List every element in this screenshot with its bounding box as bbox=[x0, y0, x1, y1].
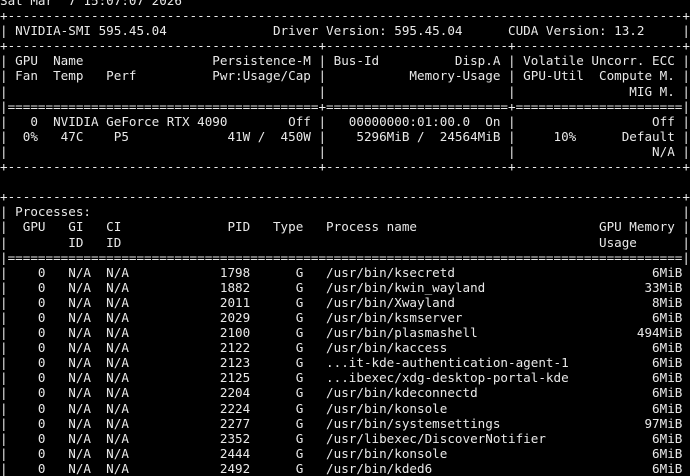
table-border-line: +---------------------------------------… bbox=[0, 8, 690, 24]
process-row: | 0 N/A N/A 2122 G /usr/bin/kaccess 6MiB… bbox=[0, 340, 690, 356]
process-row: | 0 N/A N/A 2352 G /usr/libexec/Discover… bbox=[0, 430, 690, 446]
process-row: | 0 N/A N/A 2204 G /usr/bin/kdeconnectd … bbox=[0, 385, 690, 401]
gpu-column-header-line: | Fan Temp Perf Pwr:Usage/Cap | Memory-U… bbox=[0, 68, 690, 84]
table-border-line: +---------------------------------------… bbox=[0, 38, 690, 54]
process-row: | 0 N/A N/A 2224 G /usr/bin/konsole 6MiB… bbox=[0, 400, 690, 416]
processes-title-line: | Processes: | bbox=[0, 204, 690, 220]
terminal-window: { "terminal": { "lines": [ "Sat Mar 7 15… bbox=[0, 0, 690, 476]
process-row: | 0 N/A N/A 2011 G /usr/bin/Xwayland 8Mi… bbox=[0, 294, 690, 310]
table-separator-line: |=======================================… bbox=[0, 98, 690, 114]
gpu-column-header-line: | | | MIG M. | bbox=[0, 83, 690, 99]
gpu-info-line: | 0% 47C P5 41W / 450W | 5296MiB / 24564… bbox=[0, 128, 690, 144]
table-border-line: +---------------------------------------… bbox=[0, 189, 690, 205]
table-border-line: +---------------------------------------… bbox=[0, 159, 690, 175]
process-column-header-line: | ID ID Usage | bbox=[0, 234, 690, 250]
process-row: | 0 N/A N/A 1882 G /usr/bin/kwin_wayland… bbox=[0, 279, 690, 295]
process-row: | 0 N/A N/A 2123 G ...it-kde-authenticat… bbox=[0, 355, 690, 371]
version-header-line: | NVIDIA-SMI 595.45.04 Driver Version: 5… bbox=[0, 23, 690, 39]
process-row: | 0 N/A N/A 2444 G /usr/bin/konsole 6MiB… bbox=[0, 445, 690, 461]
process-row: | 0 N/A N/A 2100 G /usr/bin/plasmashell … bbox=[0, 325, 690, 341]
gpu-column-header-line: | GPU Name Persistence-M | Bus-Id Disp.A… bbox=[0, 53, 690, 69]
gpu-info-line: | 0 NVIDIA GeForce RTX 4090 Off | 000000… bbox=[0, 113, 690, 129]
table-separator-line: |=======================================… bbox=[0, 249, 690, 265]
process-row: | 0 N/A N/A 2492 G /usr/bin/kded6 6MiB | bbox=[0, 460, 690, 476]
process-row: | 0 N/A N/A 1798 G /usr/bin/ksecretd 6Mi… bbox=[0, 264, 690, 280]
process-row: | 0 N/A N/A 2125 G ...ibexec/xdg-desktop… bbox=[0, 370, 690, 386]
process-row: | 0 N/A N/A 2277 G /usr/bin/systemsettin… bbox=[0, 415, 690, 431]
gpu-info-line: | | | N/A | bbox=[0, 143, 690, 159]
process-row: | 0 N/A N/A 2029 G /usr/bin/ksmserver 6M… bbox=[0, 309, 690, 325]
process-column-header-line: | GPU GI CI PID Type Process name GPU Me… bbox=[0, 219, 690, 235]
terminal-output: Sat Mar 7 15:07:07 2026 +----------------… bbox=[0, 0, 690, 476]
terminal-timestamp-line: Sat Mar 7 15:07:07 2026 bbox=[0, 0, 182, 8]
